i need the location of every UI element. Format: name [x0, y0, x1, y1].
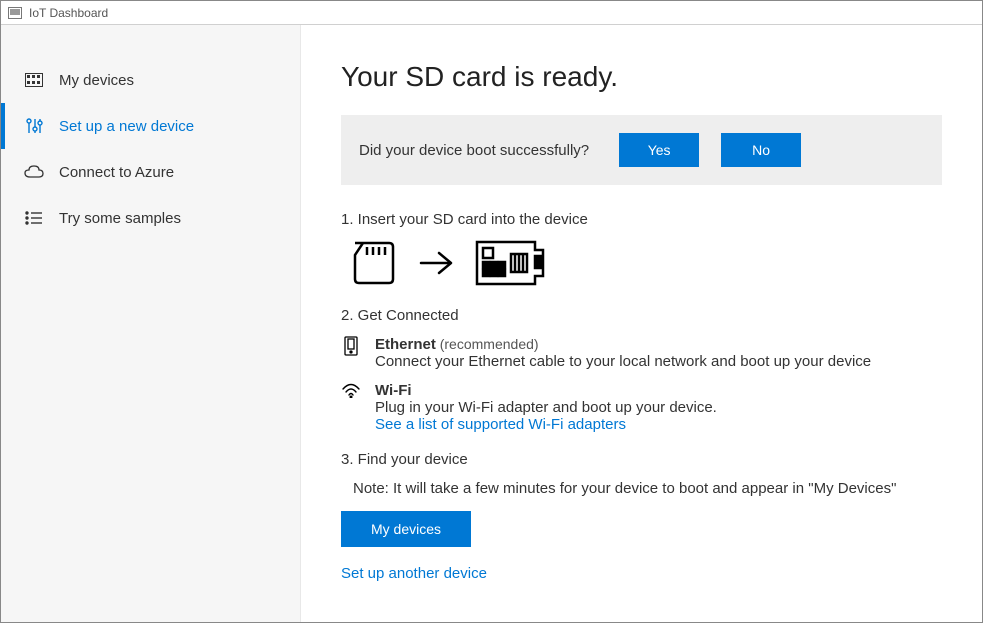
- boot-prompt-text: Did your device boot successfully?: [359, 142, 597, 159]
- ethernet-icon: [341, 336, 361, 360]
- list-icon: [23, 211, 45, 225]
- window-title: IoT Dashboard: [29, 6, 108, 20]
- page-title: Your SD card is ready.: [341, 61, 942, 93]
- wifi-option: Wi-Fi Plug in your Wi-Fi adapter and boo…: [341, 382, 942, 433]
- sidebar-item-connect-azure[interactable]: Connect to Azure: [1, 149, 300, 195]
- sidebar-item-label: Set up a new device: [59, 118, 194, 135]
- ethernet-desc: Connect your Ethernet cable to your loca…: [375, 353, 871, 370]
- ethernet-option: Ethernet (recommended) Connect your Ethe…: [341, 336, 942, 370]
- wifi-title: Wi-Fi: [375, 382, 717, 399]
- insert-sd-diagram: [349, 240, 942, 289]
- devices-grid-icon: [23, 73, 45, 87]
- sidebar-item-label: Try some samples: [59, 210, 181, 227]
- sidebar: My devices Set up a new device Connect t…: [1, 25, 301, 622]
- step-3-label: 3. Find your device: [341, 451, 942, 468]
- step-2-label: 2. Get Connected: [341, 307, 942, 324]
- sidebar-item-label: My devices: [59, 72, 134, 89]
- my-devices-button[interactable]: My devices: [341, 511, 471, 547]
- sidebar-item-try-samples[interactable]: Try some samples: [1, 195, 300, 241]
- wifi-adapters-link[interactable]: See a list of supported Wi-Fi adapters: [375, 416, 626, 433]
- ethernet-recommended: (recommended): [436, 336, 539, 352]
- yes-button[interactable]: Yes: [619, 133, 699, 167]
- sd-card-icon: [349, 241, 399, 288]
- main-content: Your SD card is ready. Did your device b…: [301, 25, 982, 622]
- sidebar-item-my-devices[interactable]: My devices: [1, 57, 300, 103]
- tools-icon: [23, 117, 45, 135]
- wifi-icon: [341, 382, 361, 406]
- sidebar-item-setup-new-device[interactable]: Set up a new device: [1, 103, 300, 149]
- ethernet-title: Ethernet: [375, 336, 436, 353]
- find-device-note: Note: It will take a few minutes for you…: [353, 480, 942, 497]
- step-1-label: 1. Insert your SD card into the device: [341, 211, 942, 228]
- arrow-right-icon: [417, 248, 457, 281]
- device-board-icon: [475, 240, 545, 289]
- sidebar-item-label: Connect to Azure: [59, 164, 174, 181]
- app-icon: [7, 5, 23, 21]
- setup-another-device-link[interactable]: Set up another device: [341, 565, 942, 582]
- wifi-desc: Plug in your Wi-Fi adapter and boot up y…: [375, 399, 717, 416]
- window-titlebar: IoT Dashboard: [1, 1, 982, 25]
- boot-prompt-bar: Did your device boot successfully? Yes N…: [341, 115, 942, 185]
- cloud-icon: [23, 165, 45, 179]
- no-button[interactable]: No: [721, 133, 801, 167]
